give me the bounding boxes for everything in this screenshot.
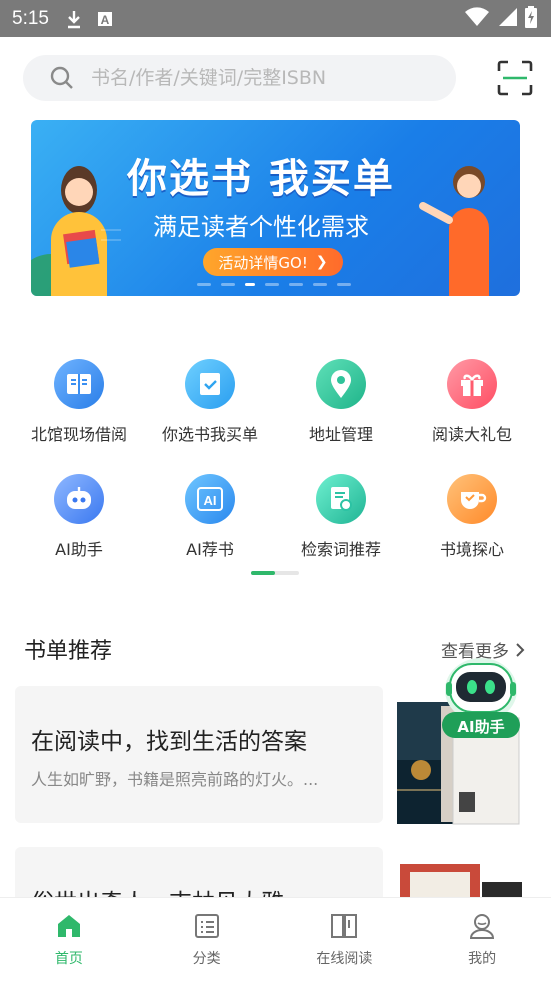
tab-label: 分类 xyxy=(192,951,221,967)
tab-label: 在线阅读 xyxy=(316,951,373,967)
tab-profile[interactable]: 我的 xyxy=(413,898,551,981)
shortcut-you-pick-we-pay[interactable]: 你选书我买单 xyxy=(145,359,275,445)
a-text-icon: A xyxy=(97,11,112,27)
tab-online-reading[interactable]: 在线阅读 xyxy=(276,898,414,981)
book-open-icon xyxy=(54,359,104,409)
user-icon xyxy=(470,914,495,939)
home-icon xyxy=(57,915,80,937)
book-list-subtitle: 人生如旷野，书籍是照亮前路的灯火。... xyxy=(31,770,319,789)
banner-dot xyxy=(197,283,211,286)
status-time: 5:15 xyxy=(12,7,49,29)
book-check-icon xyxy=(185,359,235,409)
shortcut-search-term-recommend[interactable]: 检索词推荐 xyxy=(276,474,406,560)
banner-title: 你选书 我买单 xyxy=(127,156,395,202)
shortcut-pagination xyxy=(251,571,299,575)
search-input[interactable] xyxy=(91,67,411,89)
banner-subtitle: 满足读者个性化需求 xyxy=(153,213,369,241)
download-icon xyxy=(67,10,80,28)
search-box[interactable] xyxy=(23,55,456,101)
scan-icon[interactable] xyxy=(497,60,533,96)
pagination-active xyxy=(251,571,275,575)
shortcut-label: 你选书我买单 xyxy=(161,425,258,444)
shortcut-label: 地址管理 xyxy=(308,425,373,444)
book-cover-image xyxy=(400,864,522,902)
shortcut-reading-gift-pack[interactable]: 阅读大礼包 xyxy=(407,359,537,445)
shortcut-label: AI助手 xyxy=(55,540,103,559)
arrow-right-icon: ❯ xyxy=(315,254,328,270)
shortcut-label: 检索词推荐 xyxy=(300,540,381,559)
battery-icon xyxy=(525,6,537,28)
book-list-card[interactable]: 在阅读中，找到生活的答案 人生如旷野，书籍是照亮前路的灯火。... xyxy=(15,686,383,823)
ai-float-label: AI助手 xyxy=(457,718,505,736)
banner-pagination xyxy=(197,283,351,286)
shortcut-north-library-borrow[interactable]: 北馆现场借阅 xyxy=(14,359,144,445)
shortcut-label: 书境探心 xyxy=(439,540,504,559)
svg-text:A: A xyxy=(101,13,110,27)
gift-icon xyxy=(447,359,497,409)
banner-dot xyxy=(265,283,279,286)
tab-label: 我的 xyxy=(468,951,497,967)
search-icon xyxy=(50,66,73,89)
wifi-icon xyxy=(465,7,489,27)
tab-category[interactable]: 分类 xyxy=(138,898,276,981)
location-pin-icon xyxy=(316,359,366,409)
book-list-title: 在阅读中，找到生活的答案 xyxy=(31,729,307,755)
document-search-icon xyxy=(316,474,366,524)
ai-book-icon: AI xyxy=(185,474,235,524)
shortcut-label: 北馆现场借阅 xyxy=(30,425,127,444)
list-icon xyxy=(194,914,219,938)
banner-dot xyxy=(313,283,327,286)
shortcut-label: 阅读大礼包 xyxy=(431,425,512,444)
banner-details-button[interactable]: 活动详情GO! ❯ xyxy=(203,248,343,276)
shortcut-book-realm[interactable]: 书境探心 xyxy=(407,474,537,560)
robot-icon xyxy=(54,474,104,524)
shortcut-ai-book-recommend[interactable]: AI AI荐书 xyxy=(145,474,275,560)
banner-dot xyxy=(289,283,303,286)
coffee-cup-icon xyxy=(447,474,497,524)
banner-button-label: 活动详情GO! xyxy=(218,253,308,272)
banner-dot-active xyxy=(245,283,255,286)
open-book-icon xyxy=(331,914,358,938)
banner-dot xyxy=(221,283,235,286)
banner-dot xyxy=(337,283,351,286)
signal-icon xyxy=(499,8,517,26)
tab-label: 首页 xyxy=(54,951,83,967)
shortcut-address-management[interactable]: 地址管理 xyxy=(276,359,406,445)
status-bar: 5:15 A xyxy=(0,0,551,37)
tab-home[interactable]: 首页 xyxy=(0,898,138,981)
section-title: 书单推荐 xyxy=(24,639,113,664)
promo-banner[interactable]: 你选书 我买单 满足读者个性化需求 活动详情GO! ❯ xyxy=(31,120,520,296)
shortcut-ai-assistant[interactable]: AI助手 xyxy=(14,474,144,560)
svg-text:AI: AI xyxy=(204,493,217,508)
bottom-tab-bar: 首页 分类 在线阅读 我的 xyxy=(0,897,551,981)
shortcut-label: AI荐书 xyxy=(186,540,234,559)
search-row xyxy=(23,55,533,101)
ai-assistant-float-button[interactable]: AI助手 xyxy=(438,652,524,744)
